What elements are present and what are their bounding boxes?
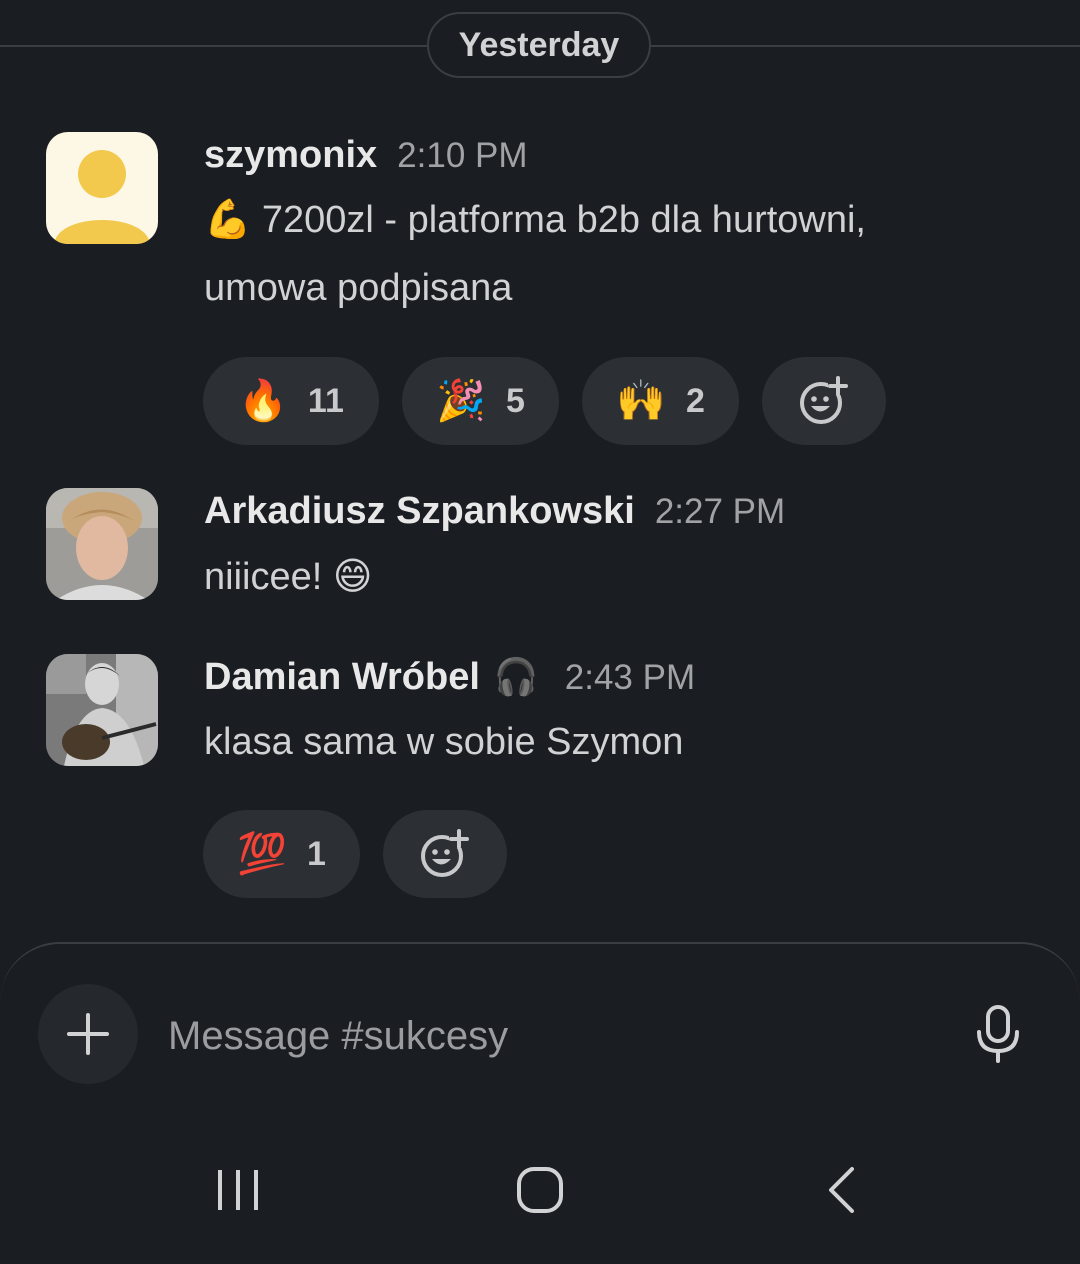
message-timestamp[interactable]: 2:43 PM — [565, 658, 695, 697]
default-user-icon — [54, 150, 150, 244]
reactions-bar: 💯 1 — [203, 810, 507, 898]
reaction-tada[interactable]: 🎉 5 — [402, 357, 559, 445]
add-reaction-icon — [421, 829, 469, 877]
author-name[interactable]: Damian Wróbel — [204, 656, 480, 698]
author-name[interactable]: szymonix — [204, 134, 377, 176]
system-navigation-bar — [0, 1140, 1080, 1240]
day-divider-label[interactable]: Yesterday — [427, 12, 651, 78]
reaction-raised-hands[interactable]: 🙌 2 — [582, 357, 739, 445]
reaction-count: 2 — [685, 381, 705, 420]
hundred-points-emoji: 💯 — [237, 832, 287, 876]
message-text: 💪 7200zl - platforma b2b dla hurtowni, u… — [204, 186, 866, 322]
microphone-button[interactable] — [972, 1004, 1024, 1064]
message-text-line: 💪 7200zl - platforma b2b dla hurtowni, — [204, 199, 866, 241]
message-text: klasa sama w sobie Szymon — [204, 721, 684, 763]
message-input[interactable] — [168, 1008, 928, 1064]
fire-emoji: 🔥 — [238, 379, 288, 423]
message-timestamp[interactable]: 2:27 PM — [655, 492, 785, 531]
add-attachment-button[interactable] — [38, 984, 138, 1084]
message-timestamp[interactable]: 2:10 PM — [397, 136, 527, 175]
add-reaction-icon — [800, 376, 848, 424]
home-icon — [517, 1167, 563, 1213]
avatar-szymonix[interactable] — [46, 132, 158, 244]
message-text: niiicee! 😄 — [204, 556, 373, 598]
raised-hands-emoji: 🙌 — [616, 379, 666, 423]
avatar-arkadiusz[interactable] — [46, 488, 158, 600]
reaction-count: 11 — [307, 381, 344, 420]
home-button[interactable] — [480, 1140, 600, 1240]
reaction-count: 5 — [505, 381, 525, 420]
message-text-line: umowa podpisana — [204, 267, 513, 309]
profile-photo — [46, 654, 158, 766]
headphones-status-emoji[interactable]: 🎧 — [494, 656, 539, 697]
add-reaction-button[interactable] — [762, 357, 886, 445]
party-popper-emoji: 🎉 — [436, 379, 486, 423]
plus-icon — [67, 1013, 109, 1055]
reaction-count: 1 — [306, 834, 326, 873]
profile-photo — [46, 488, 158, 600]
avatar-damian[interactable] — [46, 654, 158, 766]
recent-apps-icon — [218, 1170, 258, 1210]
reaction-fire[interactable]: 🔥 11 — [203, 357, 379, 445]
reactions-bar: 🔥 11 🎉 5 🙌 2 — [203, 357, 886, 445]
recent-apps-button[interactable] — [178, 1140, 298, 1240]
back-icon — [829, 1167, 854, 1213]
add-reaction-button[interactable] — [383, 810, 507, 898]
reaction-100[interactable]: 💯 1 — [203, 810, 360, 898]
microphone-icon — [977, 1005, 1019, 1063]
back-button[interactable] — [782, 1140, 902, 1240]
author-name[interactable]: Arkadiusz Szpankowski — [204, 490, 635, 532]
